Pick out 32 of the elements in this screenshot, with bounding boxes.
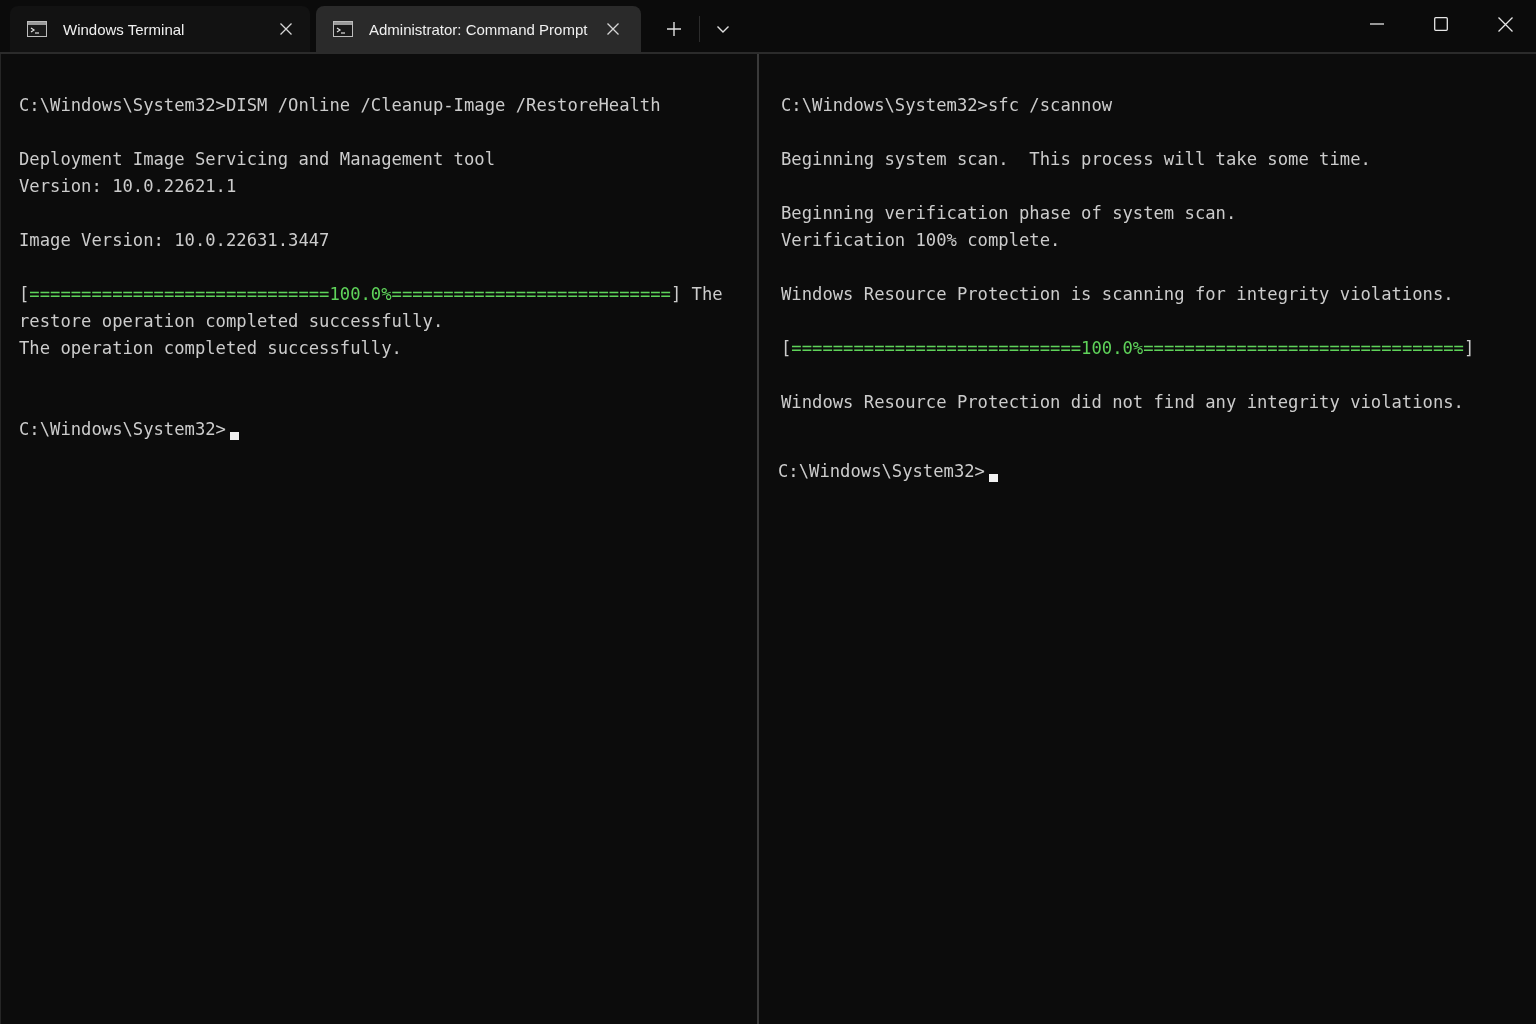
- terminal-line: ] The: [670, 283, 723, 306]
- plus-icon[interactable]: [667, 22, 682, 36]
- terminal-icon: [333, 21, 353, 37]
- terminal-line: Deployment Image Servicing and Management tool: [19, 148, 495, 171]
- terminal-line: Windows Resource Protection did not find any integrity violations.: [781, 391, 1464, 414]
- progress-bracket: [: [19, 283, 30, 306]
- terminal-line: Windows Resource Protection is scanning for integrity violations.: [781, 283, 1454, 306]
- progress-bar-text: ============================100.0%===============================: [791, 337, 1464, 360]
- close-icon[interactable]: [1498, 16, 1513, 32]
- terminal-line: ]: [1463, 337, 1475, 360]
- terminal-line: restore operation completed successfully.: [19, 310, 444, 333]
- maximize-icon[interactable]: [1434, 17, 1448, 31]
- tab[interactable]: Windows Terminal: [10, 6, 310, 52]
- terminal-line: Beginning verification phase of system scan.: [781, 202, 1237, 225]
- terminal-line: Verification 100% complete.: [781, 229, 1061, 252]
- prompt-text: C:\Windows\System32>: [778, 460, 985, 483]
- terminal-icon: [27, 21, 47, 37]
- progress-bar-text: =============================100.0%===========================: [29, 283, 671, 306]
- terminal-line: Beginning system scan. This process will take some time.: [781, 148, 1371, 171]
- terminal-line: C:\Windows\System32>sfc /scannow: [781, 94, 1113, 117]
- progress-bracket: [: [781, 337, 792, 360]
- prompt-text: C:\Windows\System32>: [19, 418, 226, 441]
- close-icon[interactable]: [280, 23, 292, 35]
- terminal-line: Image Version: 10.0.22631.3447: [19, 229, 330, 252]
- chevron-down-icon[interactable]: [717, 25, 730, 33]
- terminal-line: Version: 10.0.22621.1: [19, 175, 237, 198]
- tab[interactable]: Administrator: Command Prompt: [316, 6, 642, 52]
- tab-title: Windows Terminal: [63, 20, 185, 38]
- close-icon[interactable]: [607, 23, 620, 35]
- terminal-line: C:\Windows\System32>DISM /Online /Cleanup-Image /RestoreHealth: [19, 94, 661, 117]
- tab-title: Administrator: Command Prompt: [369, 20, 588, 38]
- terminal-line: The operation completed successfully.: [19, 337, 402, 360]
